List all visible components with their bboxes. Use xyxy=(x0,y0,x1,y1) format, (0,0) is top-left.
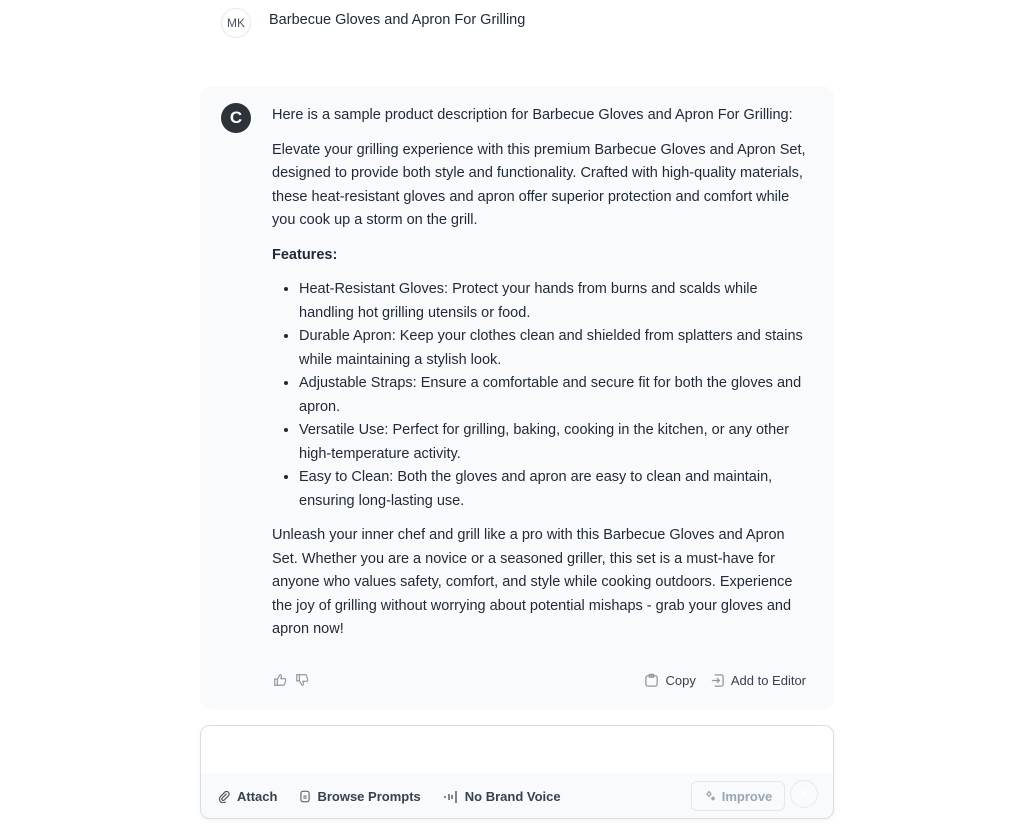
voice-waveform-icon xyxy=(444,790,457,803)
features-list: Heat-Resistant Gloves: Protect your hand… xyxy=(299,278,814,513)
send-icon xyxy=(800,789,809,799)
composer-toolbar: Attach Browse Prompts No Brand Voice Imp… xyxy=(201,773,833,818)
assistant-avatar: C xyxy=(221,103,251,133)
feature-item: Versatile Use: Perfect for grilling, bak… xyxy=(299,419,814,466)
feature-item: Easy to Clean: Both the gloves and apron… xyxy=(299,466,814,513)
user-message: MK Barbecue Gloves and Apron For Grillin… xyxy=(221,8,525,38)
sparkle-icon xyxy=(705,790,715,801)
feature-item: Heat-Resistant Gloves: Protect your hand… xyxy=(299,278,814,325)
message-input[interactable] xyxy=(201,726,833,773)
add-to-editor-label: Add to Editor xyxy=(730,672,806,688)
add-to-editor-button[interactable]: Add to Editor xyxy=(710,673,806,688)
feature-item: Durable Apron: Keep your clothes clean a… xyxy=(299,325,814,372)
add-to-editor-icon xyxy=(711,673,724,687)
composer: Attach Browse Prompts No Brand Voice Imp… xyxy=(200,725,834,819)
document-icon xyxy=(300,790,311,803)
response-intro: Here is a sample product description for… xyxy=(272,107,793,123)
response-closing: Unleash your inner chef and grill like a… xyxy=(272,527,793,637)
brand-voice-label: No Brand Voice xyxy=(464,789,561,804)
response-paragraph: Elevate your grilling experience with th… xyxy=(272,141,806,229)
copy-label: Copy xyxy=(665,672,696,688)
user-avatar: MK xyxy=(221,8,251,38)
clipboard-icon xyxy=(645,673,659,687)
attach-button[interactable]: Attach xyxy=(218,789,277,804)
user-message-text: Barbecue Gloves and Apron For Grilling xyxy=(269,12,526,28)
improve-label: Improve xyxy=(721,788,773,804)
features-heading: Features: xyxy=(272,246,338,263)
brand-voice-selector[interactable]: No Brand Voice xyxy=(443,789,561,804)
browse-prompts-button[interactable]: Browse Prompts xyxy=(299,789,421,804)
send-button[interactable] xyxy=(790,780,818,808)
copy-button[interactable]: Copy xyxy=(644,672,696,688)
thumbs-down-icon[interactable] xyxy=(294,672,310,688)
attach-label: Attach xyxy=(237,789,278,804)
assistant-response: C Here is a sample product description f… xyxy=(200,86,834,710)
browse-prompts-label: Browse Prompts xyxy=(317,789,421,804)
response-actions: Copy Add to Editor xyxy=(272,670,806,690)
response-content: Here is a sample product description for… xyxy=(272,104,814,653)
improve-button[interactable]: Improve xyxy=(691,781,785,811)
paperclip-icon xyxy=(218,790,230,803)
feature-item: Adjustable Straps: Ensure a comfortable … xyxy=(299,372,814,419)
thumbs-up-icon[interactable] xyxy=(272,672,288,688)
